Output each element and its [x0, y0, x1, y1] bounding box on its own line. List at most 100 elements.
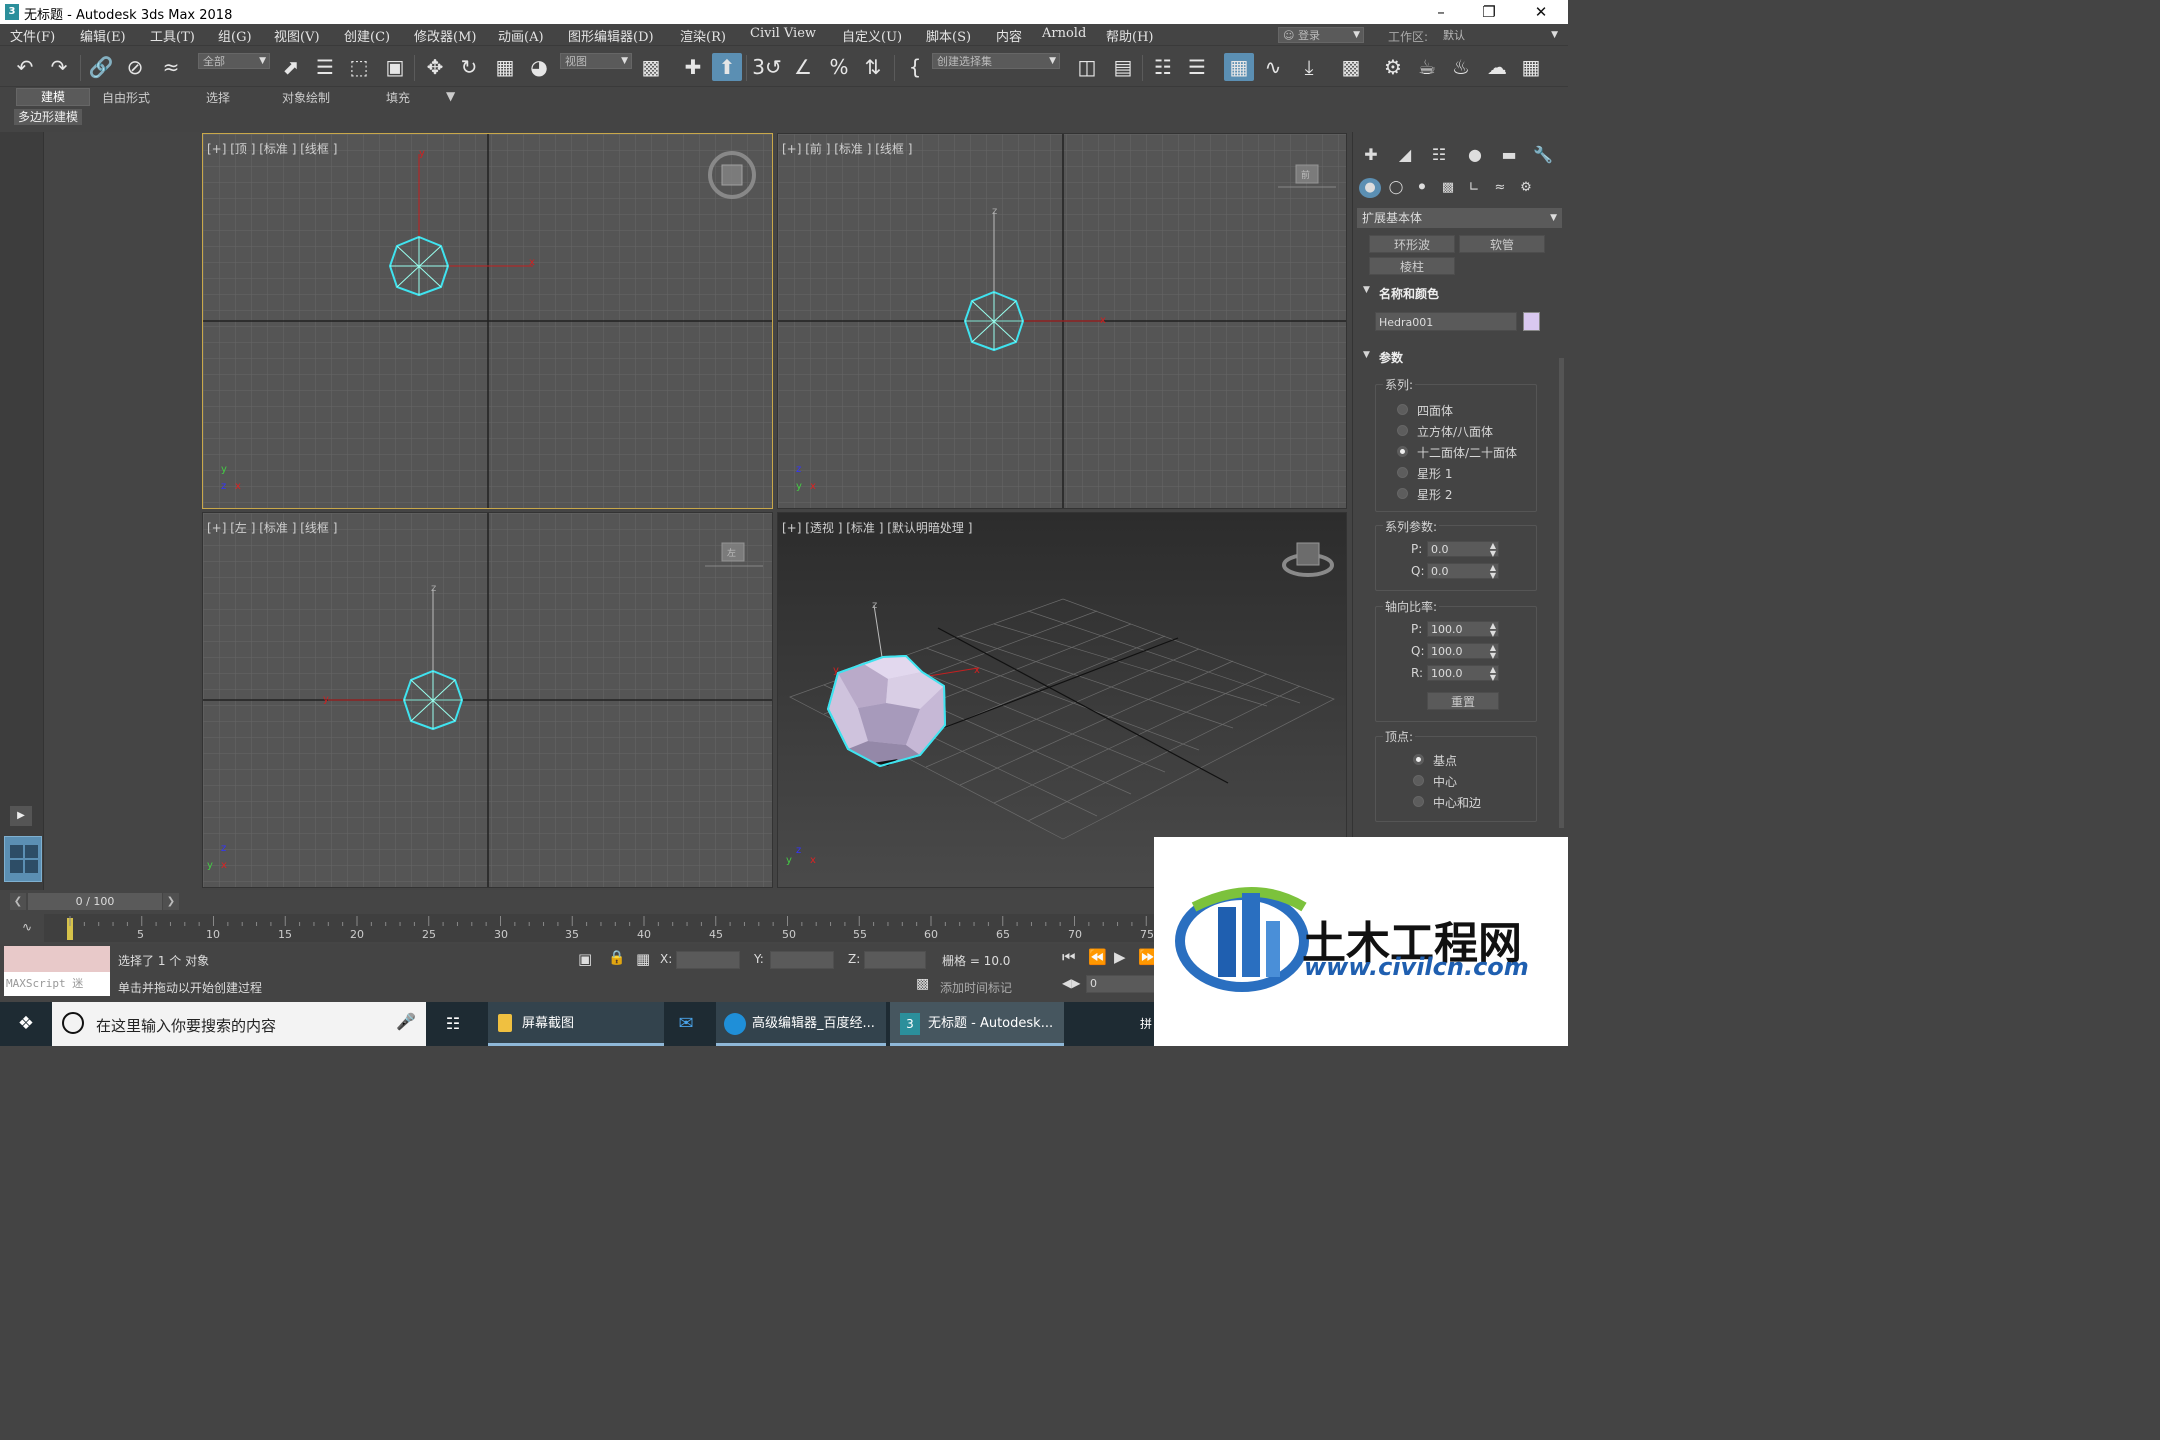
material-editor-icon[interactable]: ▩ [1336, 53, 1366, 81]
vertex-option[interactable]: 中心 [1433, 773, 1457, 790]
percent-snap-icon[interactable]: % [824, 53, 854, 81]
lights-icon[interactable]: ⚫ [1411, 178, 1433, 198]
lock-selection-icon[interactable]: 🔒 [608, 950, 625, 966]
viewport-top[interactable]: [+] [顶 ] [标准 ] [线框 ] x y yzx [202, 133, 773, 509]
maxscript-listener-pink[interactable] [4, 946, 110, 972]
spinner-snap-icon[interactable]: ⇅ [858, 53, 888, 81]
vertex-option[interactable]: 基点 [1433, 752, 1457, 769]
family-option[interactable]: 十二面体/二十面体 [1417, 444, 1517, 461]
ribbon-tab-populate[interactable]: 填充 [386, 89, 410, 106]
x-coordinate-field[interactable] [676, 951, 740, 969]
render-setup-icon[interactable]: ⚙ [1378, 53, 1408, 81]
align-icon[interactable]: ▤ [1108, 53, 1138, 81]
prev-key-icon[interactable]: ⏪ [1088, 948, 1107, 966]
select-object-icon[interactable]: ⬈ [276, 53, 306, 81]
ime-indicator[interactable]: 拼 [1140, 1002, 1154, 1046]
viewport-label[interactable]: [+] [左 ] [标准 ] [线框 ] [207, 519, 337, 536]
z-coordinate-field[interactable] [864, 951, 926, 969]
spinner-arrows-icon[interactable]: ▲ ▼ [1490, 622, 1496, 638]
taskbar-search-box[interactable]: 在这里输入你要搜索的内容 🎤 [52, 1002, 426, 1046]
bind-spacewarp-icon[interactable]: ≈ [156, 53, 186, 81]
rollout-name-color[interactable]: 名称和颜色 [1379, 285, 1439, 302]
keyboard-shortcut-override-icon[interactable]: ⬆ [712, 53, 742, 81]
motion-tab-icon[interactable]: ● [1461, 144, 1489, 166]
hierarchy-tab-icon[interactable]: ☷ [1425, 144, 1453, 166]
taskbar-screenshots[interactable]: 屏幕截图 [488, 1002, 664, 1046]
redo-icon[interactable]: ↷ [44, 53, 74, 81]
utilities-tab-icon[interactable]: 🔧 [1529, 144, 1557, 166]
schematic-view-icon[interactable]: ⤓ [1294, 53, 1324, 81]
edit-named-sets-icon[interactable]: { [900, 53, 930, 81]
q-spinner[interactable]: 0.0 ▲ ▼ [1427, 563, 1499, 580]
axis-r-spinner[interactable]: 100.0 ▲ ▼ [1427, 665, 1499, 682]
close-button[interactable]: ✕ [1518, 2, 1564, 22]
maxscript-mini-listener[interactable]: MAXScript 迷 [4, 972, 110, 996]
snaps-toggle-icon[interactable]: 3↺ [752, 53, 782, 81]
angle-snap-icon[interactable]: ∠ [788, 53, 818, 81]
helpers-icon[interactable]: ∟ [1463, 178, 1485, 198]
minimize-button[interactable]: – [1418, 2, 1464, 22]
workspace-dropdown[interactable]: 默认 ▼ [1438, 27, 1562, 43]
modify-tab-icon[interactable]: ◢ [1391, 144, 1419, 166]
menu-customize[interactable]: 自定义(U) [842, 26, 902, 45]
render-iterative-icon[interactable]: ☁ [1482, 53, 1512, 81]
ribbon-tab-modeling[interactable]: 建模 [16, 88, 90, 106]
ribbon-tab-freeform[interactable]: 自由形式 [102, 89, 150, 106]
start-windows-icon[interactable]: ❖ [0, 1002, 52, 1046]
object-color-swatch[interactable] [1523, 312, 1540, 331]
menu-view[interactable]: 视图(V) [274, 26, 320, 45]
ringwave-button[interactable]: 环形波 [1369, 235, 1455, 253]
expand-layout-icon[interactable]: ▶ [10, 806, 32, 826]
menu-rendering[interactable]: 渲染(R) [680, 26, 726, 45]
spinner-arrows-icon[interactable]: ▲ ▼ [1490, 666, 1496, 682]
unlink-icon[interactable]: ⊘ [120, 53, 150, 81]
layer-explorer-icon[interactable]: ☰ [1182, 53, 1212, 81]
axis-p-spinner[interactable]: 100.0 ▲ ▼ [1427, 621, 1499, 638]
viewport-label[interactable]: [+] [前 ] [标准 ] [线框 ] [782, 140, 912, 157]
prism-button[interactable]: 棱柱 [1369, 257, 1455, 275]
menu-content[interactable]: 内容 [996, 26, 1022, 45]
place-icon[interactable]: ◕ [524, 53, 554, 81]
display-tab-icon[interactable]: ▬ [1495, 144, 1523, 166]
family-option[interactable]: 星形 2 [1417, 486, 1452, 503]
mail-icon[interactable]: ✉ [666, 1002, 706, 1046]
menu-civil-view[interactable]: Civil View [750, 26, 816, 41]
mirror-icon[interactable]: ◫ [1072, 53, 1102, 81]
select-by-name-icon[interactable]: ☰ [310, 53, 340, 81]
viewport-label[interactable]: [+] [透视 ] [标准 ] [默认明暗处理 ] [782, 519, 972, 536]
object-category-dropdown[interactable]: 扩展基本体 ▼ [1357, 208, 1562, 228]
viewport-layout-icon[interactable] [4, 836, 42, 882]
family-radio-dodec-icos[interactable] [1397, 446, 1408, 457]
family-radio-cube-octa[interactable] [1397, 425, 1408, 436]
menu-help[interactable]: 帮助(H) [1106, 26, 1153, 45]
play-icon[interactable]: ▶ [1114, 948, 1126, 966]
ribbon-tab-selection[interactable]: 选择 [206, 89, 230, 106]
menu-file[interactable]: 文件(F) [10, 26, 55, 45]
render-production-icon[interactable]: ♨ [1446, 53, 1476, 81]
vertex-radio-basic[interactable] [1413, 754, 1424, 765]
select-manipulate-icon[interactable]: ✚ [678, 53, 708, 81]
menu-edit[interactable]: 编辑(E) [80, 26, 126, 45]
menu-create[interactable]: 创建(C) [344, 26, 390, 45]
menu-tools[interactable]: 工具(T) [150, 26, 195, 45]
rendered-frame-window-icon[interactable]: ☕ [1412, 53, 1442, 81]
microphone-icon[interactable]: 🎤 [396, 1012, 416, 1031]
goto-start-icon[interactable]: ⏮ [1062, 948, 1076, 966]
pivot-center-icon[interactable]: ▩ [636, 53, 666, 81]
rotate-icon[interactable]: ↻ [454, 53, 484, 81]
shapes-icon[interactable]: ◯ [1385, 178, 1407, 198]
taskbar-3dsmax[interactable]: 3 无标题 - Autodesk... [890, 1002, 1064, 1046]
scale-icon[interactable]: ▦ [490, 53, 520, 81]
command-panel-scrollbar[interactable] [1559, 358, 1564, 828]
ribbon-toggle-icon[interactable]: ▦ [1224, 53, 1254, 81]
spinner-arrows-icon[interactable]: ▲ ▼ [1490, 564, 1496, 580]
viewport-label[interactable]: [+] [顶 ] [标准 ] [线框 ] [207, 140, 337, 157]
systems-icon[interactable]: ⚙ [1515, 178, 1537, 198]
cameras-icon[interactable]: ▩ [1437, 178, 1459, 198]
move-icon[interactable]: ✥ [420, 53, 450, 81]
curve-editor-icon[interactable]: ∿ [1258, 53, 1288, 81]
spacewarps-icon[interactable]: ≈ [1489, 178, 1511, 198]
account-signin[interactable]: ☺ 登录 ▼ [1278, 27, 1364, 43]
render-shortcuts-icon[interactable]: ▦ [1516, 53, 1546, 81]
viewport-perspective[interactable]: [+] [透视 ] [标准 ] [默认明暗处理 ] x y z zyx [777, 512, 1347, 888]
